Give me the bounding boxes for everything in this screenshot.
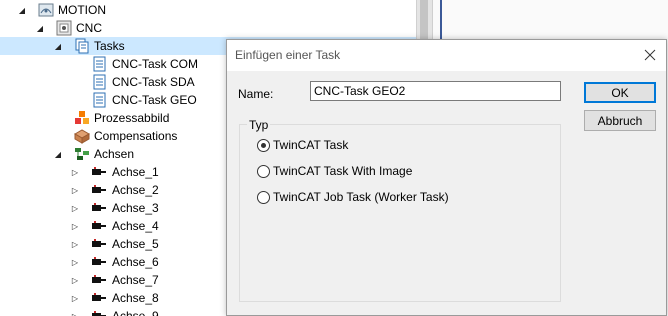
tree-item-label: Tasks	[94, 39, 125, 53]
tree-item-label: Achse_1	[112, 165, 159, 179]
axis-icon	[91, 182, 107, 198]
close-button[interactable]	[636, 42, 664, 68]
axis-icon	[91, 200, 107, 216]
axes-group-icon	[74, 146, 90, 162]
radio-button-checked[interactable]	[257, 138, 270, 152]
axis-icon	[91, 218, 107, 234]
collapsed-arrow-icon[interactable]: ▷	[70, 185, 80, 195]
axis-icon	[91, 254, 107, 270]
expanded-arrow-icon[interactable]: ◢	[53, 149, 63, 159]
cancel-button[interactable]: Abbruch	[584, 110, 656, 131]
tree-item-label: Achsen	[94, 147, 135, 161]
expanded-arrow-icon[interactable]: ◢	[35, 23, 45, 33]
cnc-icon	[56, 20, 72, 36]
ok-button[interactable]: OK	[584, 82, 656, 103]
collapsed-arrow-icon[interactable]: ▷	[70, 311, 80, 316]
tree-item-cnc[interactable]: ◢ CNC	[0, 19, 416, 37]
radio-button[interactable]	[257, 190, 270, 204]
collapsed-arrow-icon[interactable]: ▷	[70, 275, 80, 285]
tree-item-label: Achse_5	[112, 237, 159, 251]
tree-item-label: CNC-Task SDA	[112, 75, 195, 89]
motion-icon	[38, 2, 54, 18]
collapsed-arrow-icon[interactable]: ▷	[70, 203, 80, 213]
tree-item-label: Achse_8	[112, 291, 159, 305]
tasks-icon	[74, 38, 90, 54]
tree-item-label: Achse_9	[112, 309, 159, 316]
expanded-arrow-icon[interactable]: ◢	[17, 5, 27, 15]
radio-label: TwinCAT Task With Image	[273, 164, 413, 178]
axis-icon	[91, 290, 107, 306]
radio-twincat-task-with-image[interactable]: TwinCAT Task With Image	[257, 163, 412, 179]
tree-item-label: CNC	[76, 21, 102, 35]
tree-item-label: Compensations	[94, 129, 178, 143]
task-icon	[92, 92, 108, 108]
radio-label: TwinCAT Task	[273, 138, 349, 152]
radio-button[interactable]	[257, 164, 270, 178]
dialog-title: Einfügen einer Task	[235, 48, 341, 62]
collapsed-arrow-icon[interactable]: ▷	[70, 167, 80, 177]
tree-item-label: Achse_2	[112, 183, 159, 197]
name-label: Name:	[238, 87, 274, 101]
tree-item-label: Prozessabbild	[94, 111, 170, 125]
tree-item-label: CNC-Task COM	[112, 57, 198, 71]
tree-item-motion[interactable]: ◢ MOTION	[0, 1, 416, 19]
task-icon	[92, 74, 108, 90]
tree-item-label: Achse_4	[112, 219, 159, 233]
radio-twincat-task[interactable]: TwinCAT Task	[257, 137, 348, 153]
tree-item-label: CNC-Task GEO	[112, 93, 197, 107]
dialog-titlebar[interactable]: Einfügen einer Task	[227, 40, 666, 71]
radio-label: TwinCAT Job Task (Worker Task)	[273, 190, 449, 204]
expanded-arrow-icon[interactable]: ◢	[53, 41, 63, 51]
axis-icon	[91, 164, 107, 180]
close-icon	[644, 49, 656, 61]
tree-item-label: Achse_6	[112, 255, 159, 269]
name-input[interactable]	[310, 81, 561, 101]
process-image-icon	[74, 110, 90, 126]
collapsed-arrow-icon[interactable]: ▷	[70, 257, 80, 267]
type-group-label: Typ	[247, 118, 271, 132]
task-icon	[92, 56, 108, 72]
insert-task-dialog: Einfügen einer Task Name: OK Abbruch Typ…	[226, 39, 667, 316]
axis-icon	[91, 236, 107, 252]
tree-item-label: Achse_7	[112, 273, 159, 287]
axis-icon	[91, 308, 107, 316]
collapsed-arrow-icon[interactable]: ▷	[70, 293, 80, 303]
compensations-icon	[73, 128, 91, 144]
tree-item-label: Achse_3	[112, 201, 159, 215]
collapsed-arrow-icon[interactable]: ▷	[70, 239, 80, 249]
tree-item-label: MOTION	[58, 3, 106, 17]
axis-icon	[91, 272, 107, 288]
collapsed-arrow-icon[interactable]: ▷	[70, 221, 80, 231]
radio-twincat-job-task[interactable]: TwinCAT Job Task (Worker Task)	[257, 189, 449, 205]
